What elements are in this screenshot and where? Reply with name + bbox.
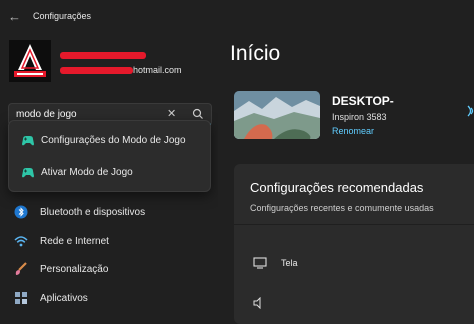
sidebar-item-label: Personalização [40, 264, 109, 275]
speaker-icon [253, 297, 261, 309]
rename-link[interactable]: Renomear [332, 126, 374, 136]
close-icon[interactable]: ✕ [167, 107, 176, 120]
recommended-settings-card: Configurações recomendadas Configurações… [234, 164, 474, 324]
user-email: hotmail.com [60, 65, 182, 75]
email-suffix: hotmail.com [133, 65, 182, 75]
main-content: Início DESKTOP- Inspiron 3583 Renomear C… [218, 34, 474, 324]
suggestion-label: Configurações do Modo de Jogo [41, 135, 186, 146]
bluetooth-icon [14, 205, 28, 219]
sidebar-item-bluetooth[interactable]: Bluetooth e dispositivos [0, 199, 218, 225]
wifi-status-icon[interactable] [466, 104, 474, 118]
device-wallpaper-thumbnail [234, 91, 320, 139]
sidebar-item-apps[interactable]: Aplicativos [0, 285, 218, 311]
suggestion-item[interactable]: Configurações do Modo de Jogo [9, 126, 212, 156]
device-name: DESKTOP- [332, 94, 394, 108]
search-icon[interactable] [192, 108, 204, 120]
avatar[interactable] [9, 40, 51, 82]
wifi-icon [14, 236, 28, 247]
row-label: Tela [281, 258, 298, 268]
brush-icon [15, 262, 27, 275]
card-subtitle: Configurações recentes e comumente usada… [250, 203, 434, 213]
avatar-logo-icon [9, 40, 51, 82]
apps-icon [15, 292, 27, 304]
user-name-redacted [60, 52, 146, 59]
monitor-icon [253, 257, 267, 269]
window-title: Configurações [33, 11, 92, 21]
back-arrow-icon[interactable]: ← [8, 9, 21, 24]
email-redaction [60, 67, 133, 75]
gamepad-icon [22, 168, 34, 178]
sidebar-item-network[interactable]: Rede e Internet [0, 228, 218, 254]
sidebar-item-label: Aplicativos [40, 293, 88, 304]
sidebar-item-label: Bluetooth e dispositivos [40, 207, 146, 218]
recommended-row-partial[interactable] [234, 284, 474, 324]
title-bar: ← Configurações [0, 0, 474, 34]
card-title: Configurações recomendadas [250, 180, 424, 195]
divider [234, 224, 474, 225]
wallpaper-image [234, 91, 320, 139]
sidebar: hotmail.com Bluetooth e dispositivos Red… [0, 34, 218, 311]
sidebar-item-label: Rede e Internet [40, 236, 109, 247]
device-model: Inspiron 3583 [332, 112, 387, 122]
gamepad-icon [22, 136, 34, 146]
recommended-row-tela[interactable]: Tela [234, 244, 474, 284]
suggestion-label: Ativar Modo de Jogo [41, 167, 133, 178]
sidebar-item-personalization[interactable]: Personalização [0, 256, 218, 282]
search-suggestions: Configurações do Modo de Jogo Ativar Mod… [8, 120, 211, 192]
page-title: Início [230, 42, 281, 65]
suggestion-item[interactable]: Ativar Modo de Jogo [9, 158, 212, 188]
